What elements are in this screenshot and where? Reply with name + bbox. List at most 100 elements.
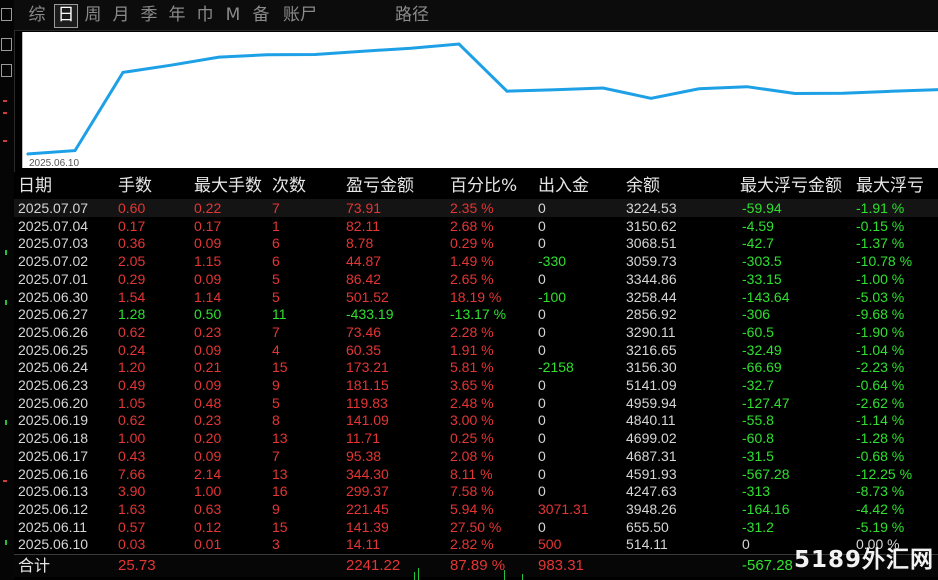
table-row[interactable]: 2025.06.11 0.57 0.12 15 141.39 27.50 % 0 655.50…: [14, 518, 938, 536]
cell-max-lots: 1.14: [194, 288, 222, 305]
price-tick-icon: [3, 112, 7, 114]
cell-percent: 1.91 %: [450, 341, 494, 358]
cell-cash-flow: 0: [538, 430, 546, 447]
cell-date: 2025.06.24: [18, 359, 89, 376]
cell-pnl: 8.78: [346, 235, 374, 252]
cell-count: 9: [272, 500, 280, 517]
table-row[interactable]: 2025.06.13 3.90 1.00 16 299.37 7.58 % 0 4247.63…: [14, 482, 938, 500]
cell-max-lots: 0.21: [194, 359, 222, 376]
cell-balance: 4699.02: [626, 430, 677, 447]
cell-max-float: -31.5: [742, 447, 774, 464]
cell-balance: 3948.26: [626, 500, 677, 517]
header-max-float-pct[interactable]: 最大浮亏: [856, 174, 938, 198]
tab-account[interactable]: 账尸: [278, 4, 322, 26]
price-tick-icon: [5, 250, 7, 255]
balance-point: [314, 53, 316, 56]
balance-point: [410, 47, 412, 50]
table-row[interactable]: 2025.06.20 1.05 0.48 5 119.83 2.48 % 0 4959.94 -…: [14, 394, 938, 412]
cell-lots: 0.24: [118, 341, 146, 358]
header-max-float-loss[interactable]: 最大浮亏金额: [740, 174, 852, 198]
cell-lots: 0.43: [118, 447, 146, 464]
cell-max-lots: 0.20: [194, 430, 222, 447]
tab-quarterly[interactable]: 季: [138, 4, 160, 26]
cell-balance: 4959.94: [626, 394, 677, 411]
table-row[interactable]: 2025.06.18 1.00 0.20 13 11.71 0.25 % 0 4699.02 -…: [14, 429, 938, 447]
cell-date: 2025.06.20: [18, 394, 89, 411]
tab-magic[interactable]: M: [222, 4, 244, 26]
cell-max-float: -303.5: [742, 253, 782, 270]
tab-daily[interactable]: 日: [54, 4, 78, 28]
cell-pnl: 501.52: [346, 288, 389, 305]
cell-max-float-pct: -1.00 %: [856, 270, 905, 287]
cell-date: 2025.07.02: [18, 253, 89, 270]
cell-date: 2025.06.27: [18, 306, 89, 323]
price-tick-icon: [3, 140, 7, 142]
cell-count: 1: [272, 217, 280, 234]
cell-max-lots: 0.22: [194, 200, 222, 216]
header-pnl[interactable]: 盈亏金额: [346, 174, 414, 198]
table-row[interactable]: 2025.06.24 1.20 0.21 15 173.21 5.81 % -2158 315…: [14, 358, 938, 376]
cell-balance: 3258.44: [626, 288, 677, 305]
table-row[interactable]: 2025.07.03 0.36 0.09 6 8.78 0.29 % 0 3068.51 -42…: [14, 234, 938, 252]
cell-date: 2025.07.01: [18, 270, 89, 287]
cell-max-float-pct: -8.73 %: [856, 483, 905, 500]
cell-lots: 0.29: [118, 270, 146, 287]
price-tick-icon: [5, 540, 7, 545]
tab-yearly[interactable]: 年: [166, 4, 188, 26]
cell-pnl: 141.39: [346, 518, 389, 535]
table-row[interactable]: 2025.06.23 0.49 0.09 9 181.15 3.65 % 0 5141.09 -…: [14, 376, 938, 394]
tab-path[interactable]: 路径: [390, 4, 434, 26]
table-row[interactable]: 2025.06.27 1.28 0.50 11 -433.19 -13.17 % 0 2856…: [14, 305, 938, 323]
header-balance[interactable]: 余额: [626, 174, 660, 198]
cell-percent: 2.82 %: [450, 536, 494, 553]
table-row[interactable]: 2025.07.02 2.05 1.15 6 44.87 1.49 % -330 3059.7…: [14, 252, 938, 270]
cell-max-float-pct: -4.42 %: [856, 500, 905, 517]
cell-lots: 0.60: [118, 200, 146, 216]
tab-overview[interactable]: 综: [26, 4, 48, 26]
cell-lots: 1.00: [118, 430, 146, 447]
tab-note[interactable]: 备: [250, 4, 272, 26]
tab-symbol[interactable]: 巾: [194, 4, 216, 26]
header-percent[interactable]: 百分比%: [450, 174, 517, 198]
cell-balance: 4591.93: [626, 465, 677, 482]
tab-monthly[interactable]: 月: [110, 4, 132, 26]
cell-max-float-pct: -0.64 %: [856, 377, 905, 393]
cell-pnl: 344.30: [346, 465, 389, 482]
header-date[interactable]: 日期: [18, 174, 52, 198]
cell-lots: 0.03: [118, 536, 146, 553]
cell-balance: 3344.86: [626, 270, 677, 287]
cell-pnl: 173.21: [346, 359, 389, 376]
cell-max-lots: 0.12: [194, 518, 222, 535]
panel-box-icon[interactable]: [1, 38, 12, 51]
table-row[interactable]: 2025.06.26 0.62 0.23 7 73.46 2.28 % 0 3290.11 -6…: [14, 323, 938, 341]
tab-weekly[interactable]: 周: [82, 4, 104, 26]
cell-max-lots: 0.23: [194, 412, 222, 429]
panel-box-icon[interactable]: [1, 64, 12, 77]
header-cash-flow[interactable]: 出入金: [538, 174, 589, 198]
cell-date: 2025.06.12: [18, 500, 89, 517]
cell-count: 7: [272, 200, 280, 216]
table-row[interactable]: 2025.07.04 0.17 0.17 1 82.11 2.68 % 0 3150.62 -4…: [14, 217, 938, 235]
cell-balance: 4840.11: [626, 412, 676, 429]
table-row[interactable]: 2025.07.01 0.29 0.09 5 86.42 2.65 % 0 3344.86 -3…: [14, 270, 938, 288]
table-row[interactable]: 2025.06.19 0.62 0.23 8 141.09 3.00 % 0 4840.11 -…: [14, 411, 938, 429]
table-row[interactable]: 2025.06.12 1.63 0.63 9 221.45 5.94 % 3071.31 39…: [14, 500, 938, 518]
header-count[interactable]: 次数: [272, 174, 306, 198]
cell-date: 2025.06.30: [18, 288, 89, 305]
cell-lots: 0.57: [118, 518, 146, 535]
panel-box-icon[interactable]: [1, 8, 12, 21]
table-row[interactable]: 2025.07.07 0.60 0.22 7 73.91 2.35 % 0 3224.53 -5…: [14, 199, 938, 217]
cell-percent: 5.94 %: [450, 500, 494, 517]
cell-lots: 0.49: [118, 377, 146, 393]
table-row[interactable]: 2025.06.17 0.43 0.09 7 95.38 2.08 % 0 4687.31 -3…: [14, 447, 938, 465]
table-row[interactable]: 2025.06.30 1.54 1.14 5 501.52 18.19 % -100 3258…: [14, 288, 938, 306]
table-row[interactable]: 2025.06.25 0.24 0.09 4 60.35 1.91 % 0 3216.65 -3…: [14, 341, 938, 359]
header-lots[interactable]: 手数: [118, 174, 152, 198]
cell-cash-flow: 0: [538, 518, 546, 535]
cell-max-lots: 0.09: [194, 235, 222, 252]
cell-max-float: -127.47: [742, 394, 790, 411]
header-max-lots[interactable]: 最大手数: [194, 174, 262, 198]
cell-pnl: 82.11: [346, 217, 380, 234]
volume-bar: [418, 568, 419, 580]
table-row[interactable]: 2025.06.16 7.66 2.14 13 344.30 8.11 % 0 4591.93…: [14, 465, 938, 483]
